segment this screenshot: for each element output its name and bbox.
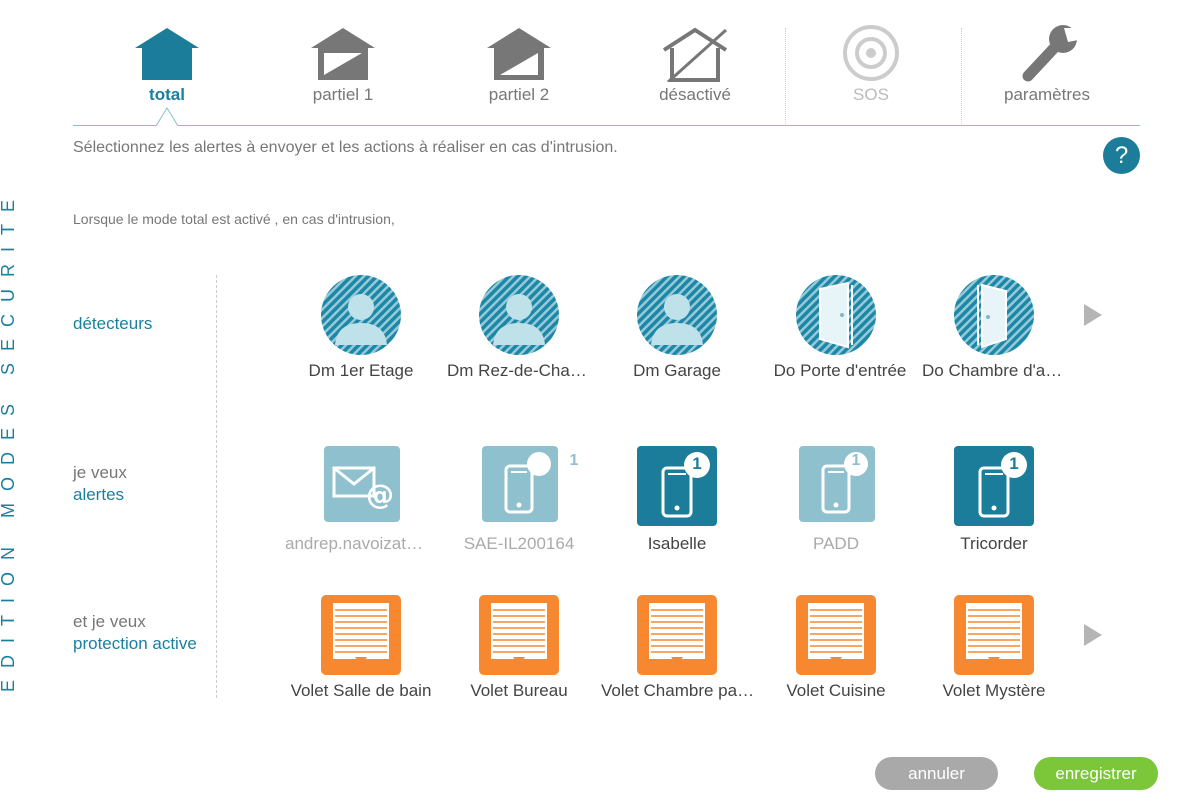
alert-label: SAE-IL200164	[463, 534, 575, 553]
tab-sos[interactable]: SOS	[792, 18, 950, 108]
shutter-icon	[321, 595, 401, 675]
alert-tile[interactable]: 1 SAE-IL200164	[439, 446, 599, 556]
shutter-label: Volet Mystère	[942, 681, 1046, 700]
tab-divider	[785, 28, 786, 126]
row-label-alertes: je veux alertes	[73, 462, 127, 506]
tab-partiel-1[interactable]: partiel 1	[264, 18, 422, 108]
shutter-tile[interactable]: Volet Mystère	[914, 595, 1074, 705]
alert-label: Tricorder	[960, 534, 1028, 553]
alert-label: PADD	[813, 534, 859, 553]
save-button[interactable]: enregistrer	[1034, 757, 1158, 790]
row-label-line: je veux	[73, 463, 127, 482]
tab-label: partiel 1	[312, 85, 374, 104]
shutter-tile[interactable]: Volet Bureau	[439, 595, 599, 705]
shutter-icon	[954, 595, 1034, 675]
door-opening-icon	[954, 275, 1034, 355]
tab-divider	[961, 28, 962, 126]
detector-tile[interactable]: Dm Garage	[597, 275, 757, 385]
cancel-button[interactable]: annuler	[875, 757, 998, 790]
detector-tile[interactable]: Dm Rez-de-Chaussée	[439, 275, 599, 385]
shutter-icon	[796, 595, 876, 675]
alert-label: andrep.navoizat@gmail.com	[285, 534, 439, 553]
next-arrow-icon[interactable]	[1082, 622, 1104, 648]
tab-label: désactivé	[659, 85, 731, 104]
tab-label: total	[149, 85, 185, 104]
tab-label: SOS	[853, 85, 889, 104]
email-icon: @	[324, 446, 400, 522]
notification-badge: 1	[851, 452, 861, 469]
row-label-line: et je veux	[73, 612, 146, 631]
house-disabled-icon	[662, 27, 728, 82]
shutter-label: Volet Bureau	[470, 681, 568, 700]
tab-total[interactable]: total	[88, 18, 246, 108]
detector-label: Dm 1er Etage	[308, 361, 414, 380]
tab-label: paramètres	[1004, 85, 1090, 104]
house-partial-icon	[311, 28, 375, 80]
detector-label: Dm Garage	[633, 361, 721, 380]
alert-tile[interactable]: 1 Tricorder	[914, 446, 1074, 556]
alert-tile[interactable]: 1 PADD	[756, 446, 916, 556]
shutter-label: Volet Cuisine	[786, 681, 886, 700]
detector-tile[interactable]: Dm 1er Etage	[281, 275, 441, 385]
target-icon	[843, 25, 899, 81]
shutter-label: Volet Salle de bain	[290, 681, 432, 700]
tab-parametres[interactable]: paramètres	[968, 18, 1126, 108]
shutter-icon	[479, 595, 559, 675]
notification-badge: 1	[569, 452, 579, 469]
alert-tile[interactable]: @ andrep.navoizat@gmail.com	[281, 446, 441, 556]
row-label-line: protection active	[73, 634, 197, 653]
active-tab-pointer	[156, 107, 178, 127]
alert-label: Isabelle	[647, 534, 707, 553]
row-label-protection: et je veux protection active	[73, 611, 197, 655]
side-title: EDITION MODES SECURITE	[0, 187, 18, 692]
mode-tabs: total partiel 1 partiel 2 désactivé SOS	[88, 18, 1140, 126]
door-opening-icon	[796, 275, 876, 355]
motion-detector-icon	[637, 275, 717, 355]
tab-underline	[73, 125, 1140, 126]
motion-detector-icon	[479, 275, 559, 355]
house-filled-icon	[135, 28, 199, 80]
shutter-label: Volet Chambre parents	[601, 681, 755, 700]
shutter-tile[interactable]: Volet Salle de bain	[281, 595, 441, 705]
notification-badge: 1	[1009, 454, 1019, 473]
detector-tile[interactable]: Do Porte d'entrée	[756, 275, 916, 385]
row-divider	[216, 275, 217, 698]
help-button[interactable]: ?	[1103, 137, 1140, 174]
house-partial-icon	[487, 28, 551, 80]
row-label-line: détecteurs	[73, 314, 153, 333]
instruction-text: Sélectionnez les alertes à envoyer et le…	[73, 139, 618, 156]
row-label-line: alertes	[73, 485, 125, 504]
detector-label: Do Chambre d'amis	[922, 361, 1066, 380]
detector-label: Do Porte d'entrée	[773, 361, 907, 380]
tab-desactive[interactable]: désactivé	[616, 18, 774, 108]
tab-partiel-2[interactable]: partiel 2	[440, 18, 598, 108]
notification-badge: 1	[692, 454, 702, 473]
detector-label: Dm Rez-de-Chaussée	[447, 361, 591, 380]
tab-label: partiel 2	[488, 85, 550, 104]
next-arrow-icon[interactable]	[1082, 302, 1104, 328]
motion-detector-icon	[321, 275, 401, 355]
row-label-detecteurs: détecteurs	[73, 313, 152, 335]
shutter-tile[interactable]: Volet Chambre parents	[597, 595, 757, 705]
mode-context-text: Lorsque le mode total est activé , en ca…	[73, 211, 395, 227]
svg-text:@: @	[366, 478, 394, 511]
detector-tile[interactable]: Do Chambre d'amis	[914, 275, 1074, 385]
shutter-tile[interactable]: Volet Cuisine	[756, 595, 916, 705]
shutter-icon	[637, 595, 717, 675]
phone-icon	[482, 446, 558, 522]
alert-tile[interactable]: 1 Isabelle	[597, 446, 757, 556]
wrench-icon	[1022, 25, 1078, 82]
